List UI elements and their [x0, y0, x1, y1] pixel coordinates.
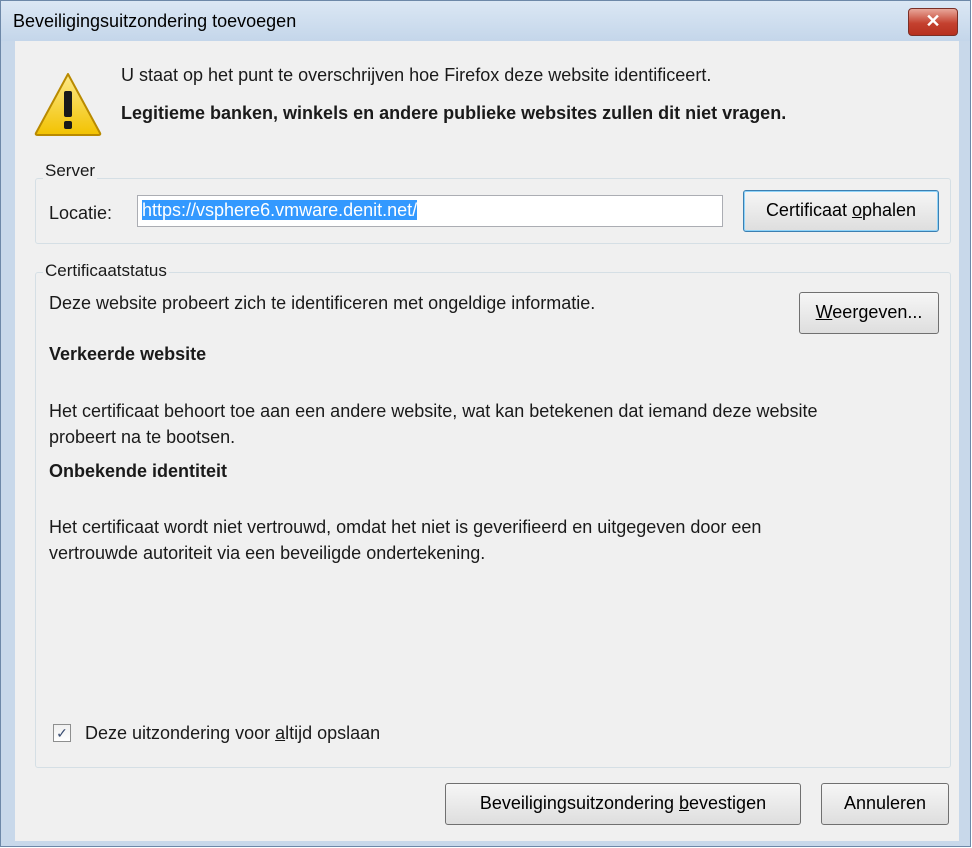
view-label-rest: eergeven... [832, 302, 923, 322]
confirm-label-b: evestigen [689, 793, 767, 813]
wrong-site-text-2: probeert na te bootsen. [49, 427, 236, 447]
wrong-site-heading: Verkeerde website [49, 344, 207, 364]
location-value: https://vsphere6.vmware.denit.net/ [142, 200, 418, 220]
dialog-body: U staat op het punt te overschrijven hoe… [15, 41, 959, 841]
fetch-label-b: phalen [861, 200, 917, 220]
confirm-label-accel: b [679, 793, 690, 813]
fetch-label-accel: o [851, 200, 862, 220]
server-group-label: Server [43, 161, 98, 181]
confirm-exception-button[interactable]: Beveiligingsuitzondering bevestigen [445, 783, 801, 825]
wrong-site-text-1: Het certificaat behoort toe aan een ande… [49, 401, 818, 421]
view-certificate-button[interactable]: Weergeven... [799, 292, 939, 334]
fetch-label-a: Certificaat [765, 200, 852, 220]
confirm-label-a: Beveiligingsuitzondering [479, 793, 680, 813]
permanent-checkbox[interactable]: ✓ [53, 724, 71, 742]
close-icon: ✕ [925, 11, 941, 31]
permanent-label-b: ltijd opslaan [285, 723, 381, 743]
location-label: Locatie: [49, 203, 113, 223]
warning-message: U staat op het punt te overschrijven hoe… [121, 65, 712, 85]
permanent-label-a: Deze uitzondering voor [85, 723, 276, 743]
close-button[interactable]: ✕ [908, 8, 958, 36]
warning-icon [34, 73, 102, 136]
unknown-identity-text-2: vertrouwde autoriteit via een beveiligde… [49, 543, 486, 563]
permanent-checkbox-label[interactable]: Deze uitzondering voor altijd opslaan [85, 723, 380, 744]
location-input[interactable]: https://vsphere6.vmware.denit.net/ [137, 195, 723, 227]
fetch-certificate-button[interactable]: Certificaat ophalen [743, 190, 939, 232]
cancel-button[interactable]: Annuleren [821, 783, 949, 825]
view-label-accel: W [815, 302, 833, 322]
checkmark-icon: ✓ [56, 725, 68, 741]
certificate-status-label: Certificaatstatus [43, 261, 169, 281]
title-bar[interactable]: Beveiligingsuitzondering toevoegen ✕ [1, 1, 970, 41]
certificate-intro: Deze website probeert zich te identifice… [49, 293, 596, 313]
dialog-title: Beveiligingsuitzondering toevoegen [13, 11, 297, 31]
unknown-identity-text-1: Het certificaat wordt niet vertrouwd, om… [49, 517, 762, 537]
permanent-label-accel: a [275, 723, 286, 743]
warning-note: Legitieme banken, winkels en andere publ… [121, 103, 787, 123]
dialog-window: Beveiligingsuitzondering toevoegen ✕ U s… [0, 0, 971, 847]
unknown-identity-heading: Onbekende identiteit [49, 461, 228, 481]
